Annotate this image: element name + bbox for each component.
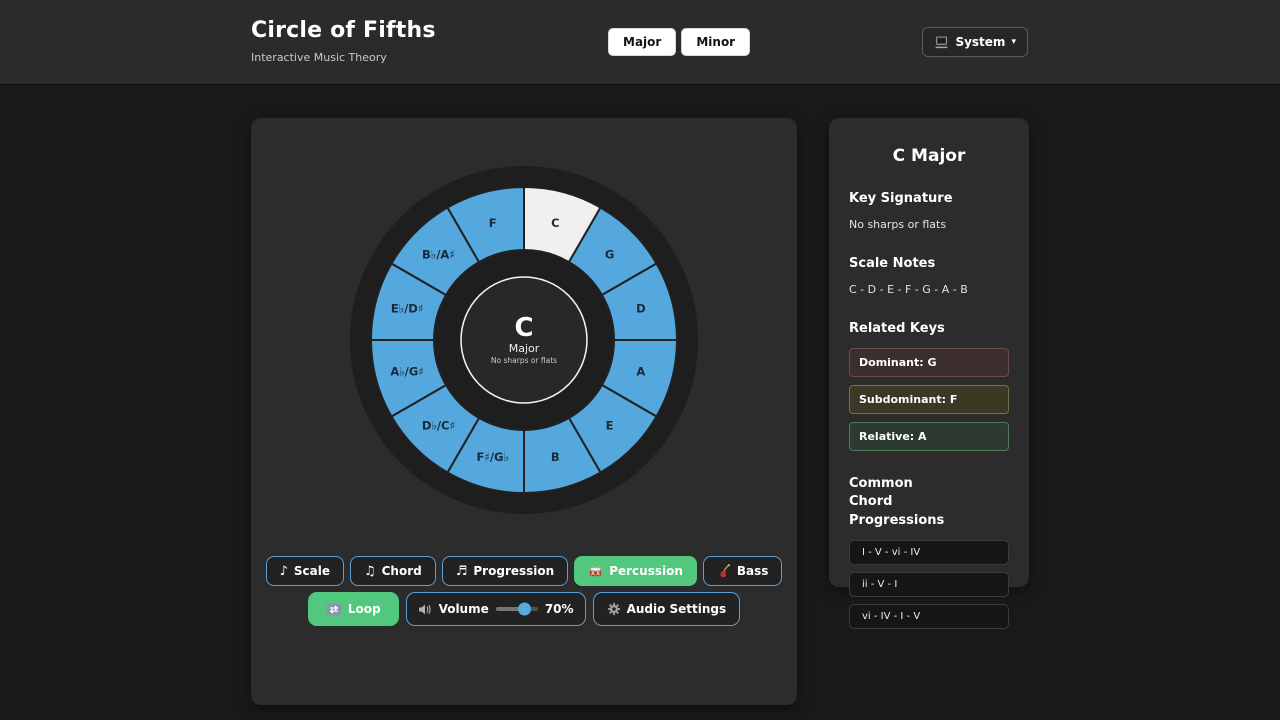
guitar-icon: [717, 564, 731, 578]
mode-toggle-group: Major Minor: [608, 28, 750, 56]
playback-row: Loop Volume 70%: [251, 592, 797, 626]
drum-icon: [588, 565, 603, 578]
related-key-item[interactable]: Subdominant: F: [849, 385, 1009, 414]
center-note-label: C: [514, 313, 533, 343]
chord-button-label: Chord: [382, 564, 422, 578]
title-block: Circle of Fifths Interactive Music Theor…: [251, 20, 436, 64]
loop-icon: [326, 603, 342, 616]
loop-button-label: Loop: [348, 602, 381, 616]
circle-segment-label: A: [636, 364, 645, 378]
circle-segment-label: B: [551, 450, 560, 464]
scale-button-label: Scale: [294, 564, 330, 578]
theme-selector-label: System: [955, 35, 1005, 49]
key-signature-heading: Key Signature: [849, 190, 1009, 209]
progression-item[interactable]: I - V - vi - IV: [849, 540, 1009, 565]
circle-panel: CGDAEBF♯/G♭D♭/C♯A♭/G♯E♭/D♯B♭/A♯FCMajorNo…: [251, 118, 797, 705]
center-mode-label: Major: [509, 342, 540, 355]
header: Circle of Fifths Interactive Music Theor…: [0, 0, 1280, 85]
page-subtitle: Interactive Music Theory: [251, 51, 436, 64]
minor-mode-button[interactable]: Minor: [681, 28, 750, 56]
circle-segment-label: F: [489, 216, 497, 230]
circle-segment-label: D: [636, 302, 646, 316]
circle-of-fifths[interactable]: CGDAEBF♯/G♭D♭/C♯A♭/G♯E♭/D♯B♭/A♯FCMajorNo…: [349, 165, 699, 515]
beamed-notes-icon: ♫: [364, 565, 376, 578]
page-title: Circle of Fifths: [251, 20, 436, 42]
circle-segment-label: D♭/C♯: [422, 419, 455, 433]
audio-settings-button[interactable]: Audio Settings: [593, 592, 741, 626]
volume-control: Volume 70%: [406, 592, 586, 626]
volume-percent: 70%: [545, 602, 574, 616]
chord-button[interactable]: ♫ Chord: [350, 556, 436, 586]
related-key-item[interactable]: Relative: A: [849, 422, 1009, 451]
progression-button[interactable]: ♬ Progression: [442, 556, 568, 586]
major-mode-button[interactable]: Major: [608, 28, 676, 56]
eighth-note-icon: ♪: [280, 565, 288, 578]
related-key-item[interactable]: Dominant: G: [849, 348, 1009, 377]
related-keys-heading: Related Keys: [849, 320, 1009, 339]
audio-settings-label: Audio Settings: [627, 602, 727, 616]
instrument-row: ♪ Scale ♫ Chord ♬ Progression Percussion: [251, 556, 797, 586]
progressions-heading: Common Chord Progressions: [849, 475, 959, 532]
circle-segment-label: A♭/G♯: [390, 364, 424, 378]
loop-button[interactable]: Loop: [308, 592, 399, 626]
scale-notes-heading: Scale Notes: [849, 255, 1009, 274]
bass-button[interactable]: Bass: [703, 556, 783, 586]
theme-selector-button[interactable]: System ▾: [922, 27, 1028, 57]
percussion-button[interactable]: Percussion: [574, 556, 697, 586]
scale-button[interactable]: ♪ Scale: [266, 556, 344, 586]
bass-button-label: Bass: [737, 564, 769, 578]
key-signature-value: No sharps or flats: [849, 218, 1009, 231]
circle-segment-label: C: [551, 216, 559, 230]
circle-segment-label: E: [606, 419, 614, 433]
volume-label: Volume: [439, 602, 489, 616]
progression-button-label: Progression: [473, 564, 554, 578]
monitor-icon: [934, 36, 949, 49]
chevron-down-icon: ▾: [1011, 37, 1016, 47]
key-info-panel: C Major Key Signature No sharps or flats…: [829, 118, 1029, 587]
beamed-sixteenth-notes-icon: ♬: [456, 565, 468, 578]
percussion-button-label: Percussion: [609, 564, 683, 578]
volume-slider[interactable]: [496, 607, 538, 611]
scale-notes-value: C - D - E - F - G - A - B: [849, 283, 1009, 296]
progression-item[interactable]: ii - V - I: [849, 572, 1009, 597]
progression-item[interactable]: vi - IV - I - V: [849, 604, 1009, 629]
circle-wrap: CGDAEBF♯/G♭D♭/C♯A♭/G♯E♭/D♯B♭/A♯FCMajorNo…: [251, 165, 797, 515]
circle-segment-label: E♭/D♯: [391, 302, 424, 316]
volume-slider-thumb[interactable]: [518, 603, 531, 616]
circle-segment-label: B♭/A♯: [422, 247, 455, 261]
gear-icon: [607, 602, 621, 616]
circle-segment-label: F♯/G♭: [476, 450, 508, 464]
center-signature-label: No sharps or flats: [491, 356, 557, 365]
selected-key-title: C Major: [849, 146, 1009, 166]
speaker-icon: [418, 603, 432, 616]
circle-segment-label: G: [605, 247, 614, 261]
